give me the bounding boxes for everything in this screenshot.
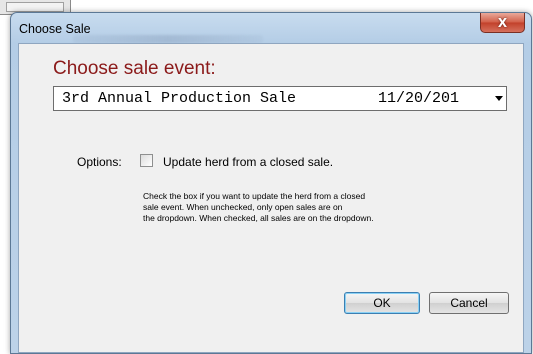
background-control-field — [6, 2, 64, 12]
help-text: Check the box if you want to update the … — [143, 191, 483, 224]
options-label: Options: — [77, 155, 122, 169]
close-icon: X — [497, 15, 508, 30]
chevron-down-icon[interactable] — [495, 96, 503, 101]
update-herd-checkbox[interactable] — [140, 154, 153, 167]
help-text-line: sale event. When unchecked, only open sa… — [143, 202, 343, 212]
selected-sale-name: 3rd Annual Production Sale — [62, 90, 297, 107]
cancel-button[interactable]: Cancel — [429, 292, 509, 314]
title-bar[interactable]: Choose Sale X — [11, 13, 531, 43]
close-button[interactable]: X — [480, 13, 525, 33]
background-title-ghost — [73, 35, 263, 43]
window-title: Choose Sale — [19, 22, 91, 36]
help-text-line: the dropdown. When checked, all sales ar… — [143, 213, 374, 223]
selected-sale-date: 11/20/201 — [378, 90, 460, 107]
choose-sale-heading: Choose sale event: — [53, 58, 216, 79]
sale-event-dropdown[interactable]: 3rd Annual Production Sale 11/20/201 — [53, 86, 507, 111]
ok-button[interactable]: OK — [344, 292, 420, 314]
update-herd-checkbox-label[interactable]: Update herd from a closed sale. — [163, 155, 333, 169]
help-text-line: Check the box if you want to update the … — [143, 191, 366, 201]
choose-sale-dialog: Choose Sale X Choose sale event: 3rd Ann… — [10, 12, 532, 354]
